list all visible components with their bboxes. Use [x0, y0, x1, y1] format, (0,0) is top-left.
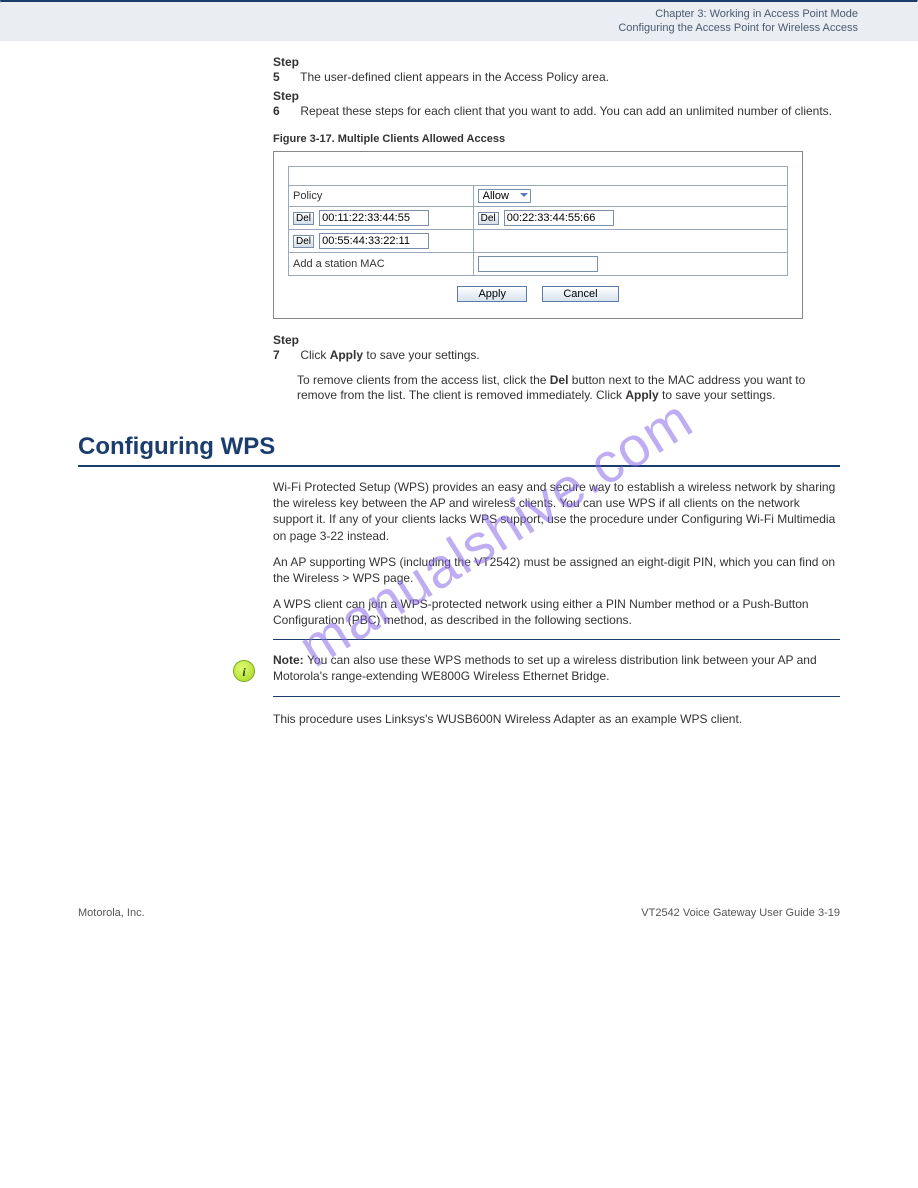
remove-clients-text: To remove clients from the access list, … [297, 373, 840, 403]
step-text: The user-defined client appears in the A… [300, 70, 609, 84]
mac-cell-1: Del [289, 207, 474, 230]
step-5: Step 5 The user-defined client appears i… [273, 55, 840, 85]
note-top-rule [273, 639, 840, 640]
note-body: You can also use these WPS methods to se… [273, 653, 817, 683]
section-title: Configuring WPS [78, 433, 840, 461]
footer-right: VT2542 Voice Gateway User Guide 3-19 [641, 907, 840, 919]
note-bottom-rule [273, 696, 840, 697]
step-label: Step 6 [273, 89, 297, 119]
mac-cell-3: Del [289, 230, 474, 253]
policy-select[interactable]: Allow [478, 189, 531, 203]
apply-word: Apply [625, 388, 658, 402]
text-fragment: Click [300, 348, 329, 362]
header-text: Chapter 3: Working in Access Point Mode … [618, 7, 858, 36]
step-label: Step 7 [273, 333, 297, 363]
step-7: Step 7 Click Apply to save your settings… [273, 333, 840, 363]
cancel-button[interactable]: Cancel [542, 286, 618, 302]
header-sub: Configuring the Access Point for Wireles… [618, 21, 858, 35]
mac-input-2[interactable] [504, 210, 614, 226]
wps-p2: An AP supporting WPS (including the VT25… [273, 554, 840, 586]
wps-p1: Wi-Fi Protected Setup (WPS) provides an … [273, 479, 840, 544]
del-button[interactable]: Del [293, 212, 314, 225]
text-fragment: page. [380, 571, 413, 585]
del-button[interactable]: Del [478, 212, 499, 225]
step-text: Repeat these steps for each client that … [300, 104, 832, 118]
page-footer: Motorola, Inc. VT2542 Voice Gateway User… [0, 907, 918, 919]
section-rule [78, 465, 840, 467]
header-chapter: Chapter 3: Working in Access Point Mode [618, 7, 858, 21]
note-row: i Note: You can also use these WPS metho… [273, 652, 840, 684]
del-button[interactable]: Del [293, 235, 314, 248]
apply-word: Apply [330, 348, 363, 362]
add-mac-cell [473, 253, 787, 276]
wps-path: Wireless > WPS [293, 571, 380, 585]
access-policy-title: Access Policy [289, 167, 788, 186]
access-policy-table: Access Policy Policy Allow Del [288, 166, 788, 276]
text-fragment: To remove clients from the access list, … [297, 373, 550, 387]
text-fragment: to save your settings. [659, 388, 776, 402]
footer-left: Motorola, Inc. [78, 907, 145, 919]
mac-cell-2: Del [473, 207, 787, 230]
figure-caption: Figure 3-17. Multiple Clients Allowed Ac… [273, 133, 840, 145]
text-fragment: to save your settings. [363, 348, 480, 362]
mac-input-3[interactable] [319, 233, 429, 249]
mac-input-1[interactable] [319, 210, 429, 226]
figure-box: Access Policy Policy Allow Del [273, 151, 803, 319]
wps-p4: This procedure uses Linksys's WUSB600N W… [273, 711, 840, 727]
page-header-band: Chapter 3: Working in Access Point Mode … [0, 3, 918, 41]
policy-cell: Allow [473, 186, 787, 207]
add-mac-label: Add a station MAC [289, 253, 474, 276]
add-mac-input[interactable] [478, 256, 598, 272]
mac-cell-empty [473, 230, 787, 253]
step-label: Step 5 [273, 55, 297, 85]
apply-button[interactable]: Apply [457, 286, 527, 302]
note-text: Note: You can also use these WPS methods… [273, 652, 840, 684]
policy-label: Policy [289, 186, 474, 207]
note-label: Note: [273, 653, 307, 667]
button-row: Apply Cancel [288, 276, 788, 304]
step-6: Step 6 Repeat these steps for each clien… [273, 89, 840, 119]
wps-p3: A WPS client can join a WPS-protected ne… [273, 596, 840, 628]
info-icon: i [233, 660, 255, 682]
del-word: Del [550, 373, 569, 387]
step-text: Click Apply to save your settings. [300, 348, 479, 362]
